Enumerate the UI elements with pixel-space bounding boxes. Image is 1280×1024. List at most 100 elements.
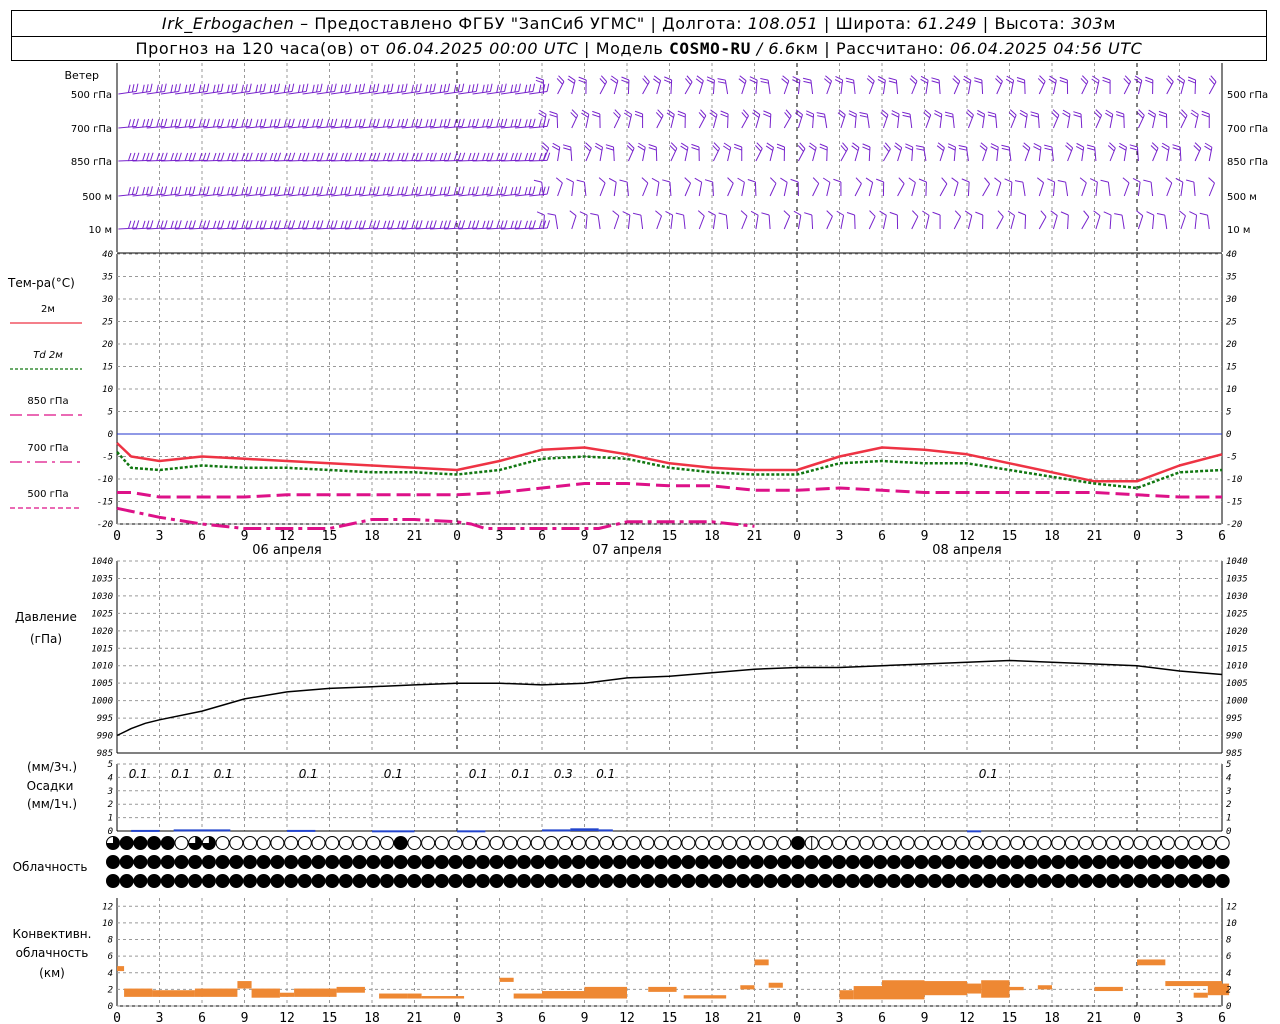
wind-barb-flag [439,187,443,196]
wind-barb-flag [510,220,514,229]
cloud-symbol-overcast [572,874,586,888]
wind-barb-flag [500,84,503,93]
wind-barb-flag [283,119,287,128]
cloud-symbol-overcast [983,855,997,869]
wind-barb-flag [819,143,828,148]
conv-time-tick-label: 9 [581,1011,589,1024]
temp-time-tick-label: 12 [959,529,975,544]
wind-barb-flag [142,119,146,128]
cloud-symbol [1147,836,1162,850]
wind-barb-flag [127,187,131,196]
wind-barb-flag [319,186,323,195]
wind-barb-shaft [712,79,715,95]
wind-barb-flag [819,146,828,151]
wind-barb-flag [227,84,230,93]
wind-barb-flag [178,220,182,229]
wind-barb-shaft [670,215,674,230]
wind-barb-shaft [741,182,745,197]
cloud-symbol-overcast [503,874,517,888]
temp-time-tick-label: 0 [453,529,461,544]
cloud-symbol [818,836,833,850]
pressure-tick-right: 1035 [1226,574,1248,584]
wind-barb-flag [411,220,415,229]
wind-barb-flag [1119,142,1127,148]
wind-barb-flag [457,84,461,93]
wind-barb-flag [1044,144,1053,148]
wind-barb-shaft [982,183,991,197]
wind-barb-flag [249,220,253,229]
precip-bar [457,830,486,833]
cloud-symbol-overcast [339,855,353,869]
wind-barb-flag [397,84,400,93]
wind-barb-flag [156,84,159,93]
wind-barb-flag [776,146,785,151]
cloud-symbol-overcast [243,855,257,869]
wind-barb-flag [249,118,253,127]
wind-barb-flag [419,83,422,92]
pressure-tick-right: 1010 [1226,662,1248,672]
legend-label: 700 гПа [27,443,68,454]
wind-barb-flag [415,186,419,195]
cloud-symbol-overcast [257,874,271,888]
wind-barb-shaft [797,215,802,230]
temp-tick-right: -20 [1226,520,1242,530]
cloud-symbol [955,836,970,850]
temp-time-tick-label: 6 [1218,529,1226,544]
cloud-symbol-overcast [1038,874,1052,888]
pressure-tick-left: 1035 [91,574,113,584]
temp-time-tick-label: 9 [581,529,589,544]
wind-barb-shaft [783,115,792,129]
wind-barb-flag [340,84,344,93]
wind-barb-flag [518,83,521,92]
temp-tick-left: 15 [102,363,113,373]
wind-barb-flag [898,177,905,184]
cloud-symbol-overcast [928,855,942,869]
wind-barb-shaft [1123,182,1130,197]
wind-barb-flag [334,118,338,127]
wind-barb-flag [334,83,337,92]
temp-time-tick-label: 3 [496,529,504,544]
conv-tick-right: 8 [1226,936,1231,946]
wind-barb-flag [255,84,259,93]
cloud-symbol-overcast [216,874,230,888]
wind-barb-flag [1187,76,1196,81]
temp-tick-left: -10 [97,475,113,485]
wind-barb-flag [255,152,259,161]
wind-level-right: 850 гПа [1227,157,1268,168]
cloud-symbol [982,836,997,850]
conv-time-tick-label: 0 [113,1011,121,1024]
wind-barb-flag [348,220,352,229]
wind-barb-flag [443,220,447,229]
wind-barb-flag [932,211,941,216]
wind-barb-flag [170,187,174,196]
wind-barb-flag [510,119,514,128]
wind-barb-flag [684,177,691,184]
convective-bar [853,986,882,1000]
conv-tick-right: 6 [1226,952,1231,962]
wind-barb-flag [287,84,291,93]
conv-time-tick-label: 9 [921,1011,929,1024]
cloud-symbol-overcast [709,855,723,869]
wind-barb-flag [188,186,192,195]
wind-barb-flag [1116,111,1124,115]
wind-barb-flag [790,178,799,183]
wind-barb-flag [344,220,348,229]
convective-bar [754,959,769,966]
wind-barb-flag [429,118,433,127]
wind-barb-shaft [712,215,716,230]
wind-barb-flag [298,152,302,161]
wind-barb-flag [149,83,153,92]
wind-barb-flag [619,179,628,183]
conv-time-tick-label: 18 [704,1011,720,1024]
wind-barb-flag [348,118,352,127]
wind-barb-flag [397,119,401,128]
wind-barb-flag [475,220,480,229]
wind-barb-flag [974,77,982,81]
wind-barb-flag [362,152,367,161]
wind-barb-flag [532,220,536,229]
conv-tick-left: 2 [108,985,113,995]
cloud-symbol-overcast [1120,874,1134,888]
cloud-symbol [1119,836,1134,850]
cloud-symbol [873,836,888,850]
wind-barb-flag [198,220,203,229]
